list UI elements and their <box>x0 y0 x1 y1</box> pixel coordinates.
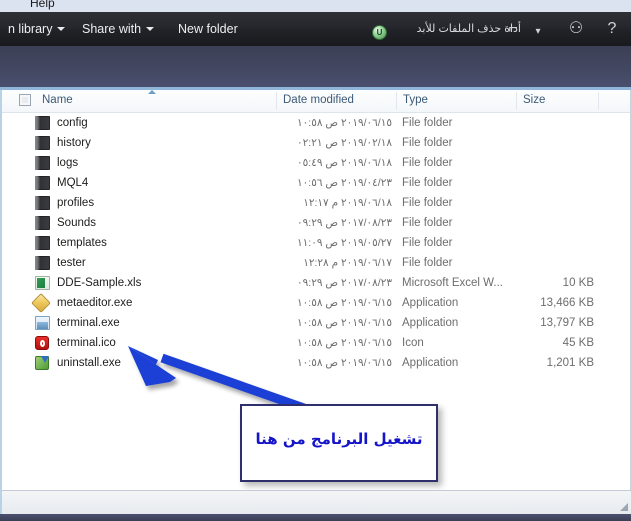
file-name: history <box>57 133 91 153</box>
file-type: File folder <box>402 153 453 173</box>
folder-icon <box>35 176 50 190</box>
annotation-callout-box: تشغيل البرنامج من هنا <box>240 404 438 482</box>
file-row[interactable]: profiles ٢٠١٩/٠٦/١٨ م ١٢:١٧ File folder <box>2 193 630 213</box>
folder-icon <box>35 236 50 250</box>
folder-icon <box>35 136 50 150</box>
file-type: Application <box>402 293 458 313</box>
file-date-modified: ٢٠١٩/٠٤/٢٣ ص ١٠:٥٦ <box>280 173 392 193</box>
file-type: Application <box>402 353 458 373</box>
file-row[interactable]: logs ٢٠١٩/٠٦/١٨ ص ٠٥:٤٩ File folder <box>2 153 630 173</box>
help-icon[interactable]: ? <box>602 20 622 38</box>
file-row[interactable]: Sounds ٢٠١٧/٠٨/٢٣ ص ٠٩:٢٩ File folder <box>2 213 630 233</box>
terminal-icon <box>35 316 50 330</box>
file-name: DDE-Sample.xls <box>57 273 141 293</box>
file-date-modified: ٢٠١٩/٠٢/١٨ ص ٠٢:٢١ <box>280 133 392 153</box>
file-name: Sounds <box>57 213 96 233</box>
select-all-checkbox[interactable] <box>19 94 31 106</box>
chevron-down-icon <box>146 27 154 31</box>
sort-ascending-icon <box>148 90 156 94</box>
file-size: 45 KB <box>502 333 594 353</box>
share-with-button[interactable]: Share with <box>82 21 154 37</box>
column-header-date-modified[interactable]: Date modified <box>283 94 354 106</box>
include-in-library-button[interactable]: n library <box>8 21 65 37</box>
file-row[interactable]: tester ٢٠١٩/٠٦/١٧ م ١٢:٢٨ File folder <box>2 253 630 273</box>
file-type: File folder <box>402 173 453 193</box>
uninstall-tool-badge-icon[interactable]: U <box>372 25 387 40</box>
new-folder-button[interactable]: New folder <box>178 21 238 37</box>
folder-icon <box>35 256 50 270</box>
annotation-text: تشغيل البرنامج من هنا <box>242 430 436 448</box>
preview-pane-icon[interactable]: ⚇ <box>566 20 586 38</box>
file-row[interactable]: config ٢٠١٩/٠٦/١٥ ص ١٠:٥٨ File folder <box>2 113 630 133</box>
file-date-modified: ٢٠١٧/٠٨/٢٣ ص ٠٩:٢٩ <box>280 213 392 233</box>
column-header-type[interactable]: Type <box>403 94 428 106</box>
chevron-down-icon <box>57 27 65 31</box>
file-name: templates <box>57 233 107 253</box>
file-type: File folder <box>402 233 453 253</box>
file-date-modified: ٢٠١٩/٠٦/١٨ م ١٢:١٧ <box>280 193 392 213</box>
file-size: 13,797 KB <box>502 313 594 333</box>
file-name: config <box>57 113 88 133</box>
file-name: logs <box>57 153 78 173</box>
file-row[interactable]: metaeditor.exe ٢٠١٩/٠٦/١٥ ص ١٠:٥٨ Applicat… <box>2 293 630 313</box>
column-divider[interactable] <box>598 92 599 110</box>
diamond-icon <box>31 293 51 313</box>
file-name: tester <box>57 253 86 273</box>
explorer-window: Help n library Share with New folder U أ… <box>0 0 631 521</box>
view-chevron-down-icon[interactable]: ▾ <box>528 23 548 41</box>
file-row[interactable]: templates ٢٠١٩/٠٥/٢٧ ص ١١:٠٩ File folder <box>2 233 630 253</box>
file-type: File folder <box>402 133 453 153</box>
ico-file-icon <box>35 336 49 350</box>
menu-item-help[interactable]: Help <box>30 0 55 10</box>
column-header-name[interactable]: Name <box>42 94 73 106</box>
column-header-row: Name Date modified Type Size <box>2 90 630 113</box>
file-type: File folder <box>402 213 453 233</box>
new-folder-label: New folder <box>178 22 238 36</box>
file-type: File folder <box>402 193 453 213</box>
file-type: Application <box>402 313 458 333</box>
folder-icon <box>35 156 50 170</box>
file-date-modified: ٢٠١٩/٠٦/١٥ ص ١٠:٥٨ <box>280 293 392 313</box>
file-type: Icon <box>402 333 424 353</box>
file-date-modified: ٢٠١٩/٠٥/٢٧ ص ١١:٠٩ <box>280 233 392 253</box>
file-row[interactable]: history ٢٠١٩/٠٢/١٨ ص ٠٢:٢١ File folder <box>2 133 630 153</box>
change-view-icon[interactable]: ⌐ <box>503 20 523 38</box>
folder-icon <box>35 196 50 210</box>
file-name: MQL4 <box>57 173 88 193</box>
resize-grip-icon[interactable] <box>620 503 628 511</box>
file-type: File folder <box>402 253 453 273</box>
file-size: 1,201 KB <box>502 353 594 373</box>
excel-icon <box>35 276 50 290</box>
window-background-band <box>0 46 631 90</box>
command-toolbar: n library Share with New folder U أداة ح… <box>0 12 631 47</box>
file-type: Microsoft Excel W... <box>402 273 503 293</box>
window-footer <box>0 514 631 521</box>
file-date-modified: ٢٠١٩/٠٦/١٧ م ١٢:٢٨ <box>280 253 392 273</box>
column-divider[interactable] <box>516 92 517 110</box>
column-divider[interactable] <box>396 92 397 110</box>
column-divider[interactable] <box>276 92 277 110</box>
folder-icon <box>35 216 50 230</box>
file-date-modified: ٢٠١٧/٠٨/٢٣ ص ٠٩:٢٩ <box>280 273 392 293</box>
uninstall-icon <box>35 356 49 370</box>
file-date-modified: ٢٠١٩/٠٦/١٨ ص ٠٥:٤٩ <box>280 153 392 173</box>
file-size: 13,466 KB <box>502 293 594 313</box>
file-row[interactable]: DDE-Sample.xls ٢٠١٧/٠٨/٢٣ ص ٠٩:٢٩ Microsof… <box>2 273 630 293</box>
file-size: 10 KB <box>502 273 594 293</box>
file-date-modified: ٢٠١٩/٠٦/١٥ ص ١٠:٥٨ <box>280 113 392 133</box>
file-row[interactable]: MQL4 ٢٠١٩/٠٤/٢٣ ص ١٠:٥٦ File folder <box>2 173 630 193</box>
include-in-library-label: n library <box>8 22 52 36</box>
file-name: terminal.ico <box>57 333 116 353</box>
share-with-label: Share with <box>82 22 141 36</box>
folder-icon <box>35 116 50 130</box>
file-name: profiles <box>57 193 94 213</box>
status-bar <box>0 490 631 514</box>
column-header-size[interactable]: Size <box>523 94 545 106</box>
file-type: File folder <box>402 113 453 133</box>
file-name: metaeditor.exe <box>57 293 132 313</box>
